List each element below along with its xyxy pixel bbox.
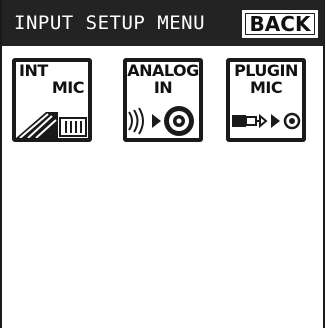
- analog-in-label-line1: ANALOG: [127, 61, 199, 80]
- int-mic-label-line1: INT: [19, 61, 48, 80]
- page-title: INPUT SETUP MENU: [14, 12, 206, 34]
- int-mic-label-line2: MIC: [51, 78, 85, 97]
- analog-in-label-line2: IN: [153, 78, 173, 97]
- plugin-mic-button[interactable]: PLUGIN MIC: [226, 58, 306, 142]
- analog-input-jack-icon: [128, 106, 194, 136]
- back-button[interactable]: BACK: [242, 10, 318, 38]
- int-mic-button[interactable]: INT MIC: [12, 58, 92, 142]
- plugin-mic-connector-icon: [232, 112, 301, 130]
- input-setup-screen: INPUT SETUP MENU BACK INT MIC ANALOG IN: [0, 0, 325, 328]
- plugin-mic-label-line1: PLUGIN: [234, 61, 298, 80]
- analog-in-button[interactable]: ANALOG IN: [123, 58, 203, 142]
- plugin-mic-label-line2: MIC: [249, 78, 283, 97]
- header-bar: INPUT SETUP MENU BACK: [2, 0, 324, 46]
- internal-mic-icon: [16, 112, 87, 138]
